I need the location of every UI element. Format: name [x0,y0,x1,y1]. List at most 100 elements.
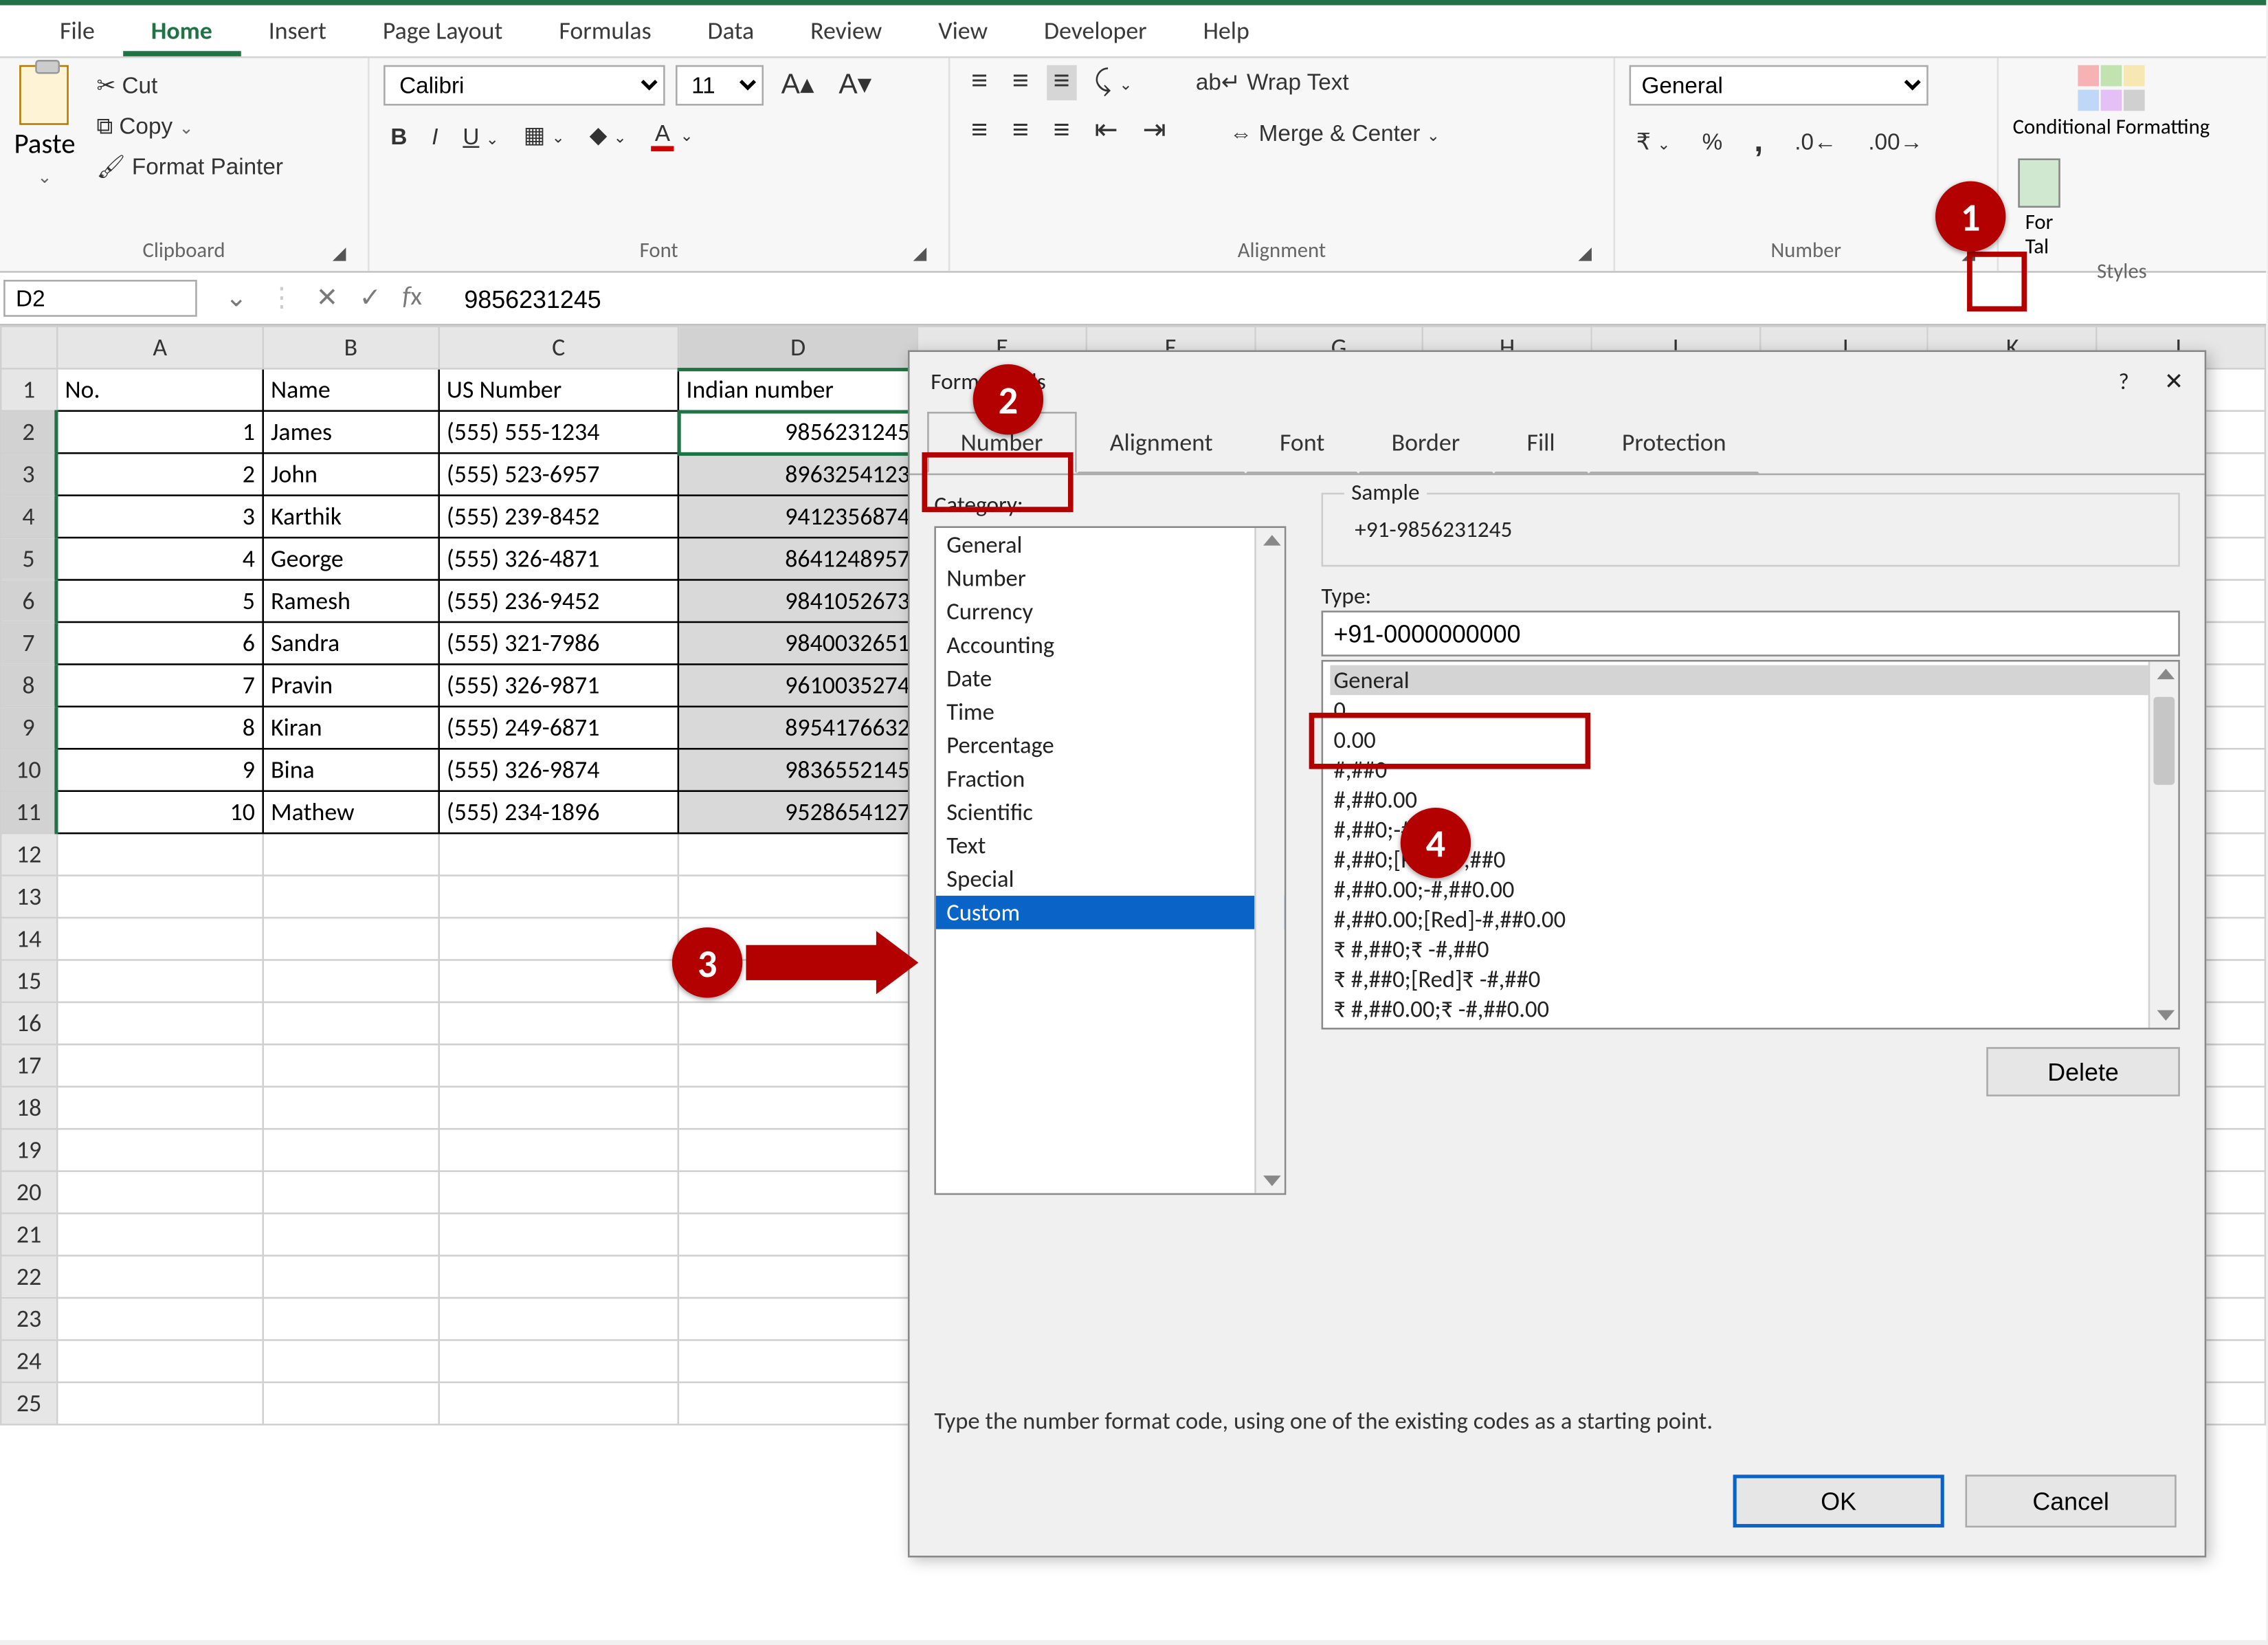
align-middle-icon[interactable]: ≡ [1005,65,1036,100]
close-icon[interactable]: ✕ [2164,368,2183,395]
dlg-tab-alignment[interactable]: Alignment [1076,412,1246,474]
row-head-8[interactable]: 8 [1,664,57,706]
row-head-3[interactable]: 3 [1,453,57,495]
cell[interactable] [438,1044,678,1086]
font-size-select[interactable]: 11 [676,65,764,106]
cell[interactable] [438,1382,678,1424]
cut-button[interactable]: ✂ Cut [89,69,290,104]
category-item-text[interactable]: Text [936,829,1285,863]
row-head-1[interactable]: 1 [1,368,57,410]
row-head-18[interactable]: 18 [1,1087,57,1129]
row-head-9[interactable]: 9 [1,707,57,749]
cell[interactable]: 5 [57,580,263,622]
cell[interactable]: Pravin [263,664,438,706]
underline-button[interactable]: U ⌄ [456,119,506,153]
cell[interactable]: 9610035274 [678,664,918,706]
row-head-7[interactable]: 7 [1,622,57,664]
category-item-currency[interactable]: Currency [936,595,1285,628]
decrease-decimal-button[interactable]: .00→ [1861,125,1930,159]
cell[interactable]: 3 [57,496,263,538]
cell[interactable] [678,1256,918,1298]
cell[interactable] [57,918,263,960]
clipboard-dialog-launcher[interactable]: ◢ [333,241,357,266]
cell[interactable] [438,1129,678,1171]
cell[interactable] [263,1002,438,1044]
confirm-entry-icon[interactable]: ✓ [359,282,381,316]
dlg-tab-font[interactable]: Font [1246,412,1358,474]
row-head-13[interactable]: 13 [1,876,57,918]
format-item[interactable]: 0 [1330,695,2171,725]
cell[interactable] [678,1044,918,1086]
cell[interactable] [678,1129,918,1171]
cell[interactable]: Mathew [263,791,438,833]
cell[interactable] [263,1044,438,1086]
fx-icon[interactable]: fx [403,282,422,316]
bold-button[interactable]: B [383,119,414,153]
cell[interactable]: 9412356874 [678,496,918,538]
cell[interactable] [678,876,918,918]
cell[interactable] [438,1171,678,1213]
cell[interactable] [263,960,438,1002]
cell[interactable] [57,1087,263,1129]
format-item[interactable]: #,##0 [1330,755,2171,785]
cell[interactable] [263,1298,438,1340]
format-item[interactable]: ₹ #,##0;[Red]₹ -#,##0 [1330,964,2171,995]
accounting-format-button[interactable]: ₹ ⌄ [1630,124,1678,159]
italic-button[interactable]: I [425,119,445,153]
font-color-button[interactable]: A ⌄ [644,116,700,155]
cell[interactable]: 1 [57,411,263,453]
cell[interactable] [263,918,438,960]
format-painter-button[interactable]: 🖌 Format Painter [89,150,290,185]
cell[interactable]: 10 [57,791,263,833]
format-item[interactable]: #,##0.00;-#,##0.00 [1330,874,2171,905]
cell[interactable]: 9 [57,749,263,791]
cell[interactable]: Indian number [678,368,918,410]
tab-file[interactable]: File [32,5,123,56]
row-head-4[interactable]: 4 [1,496,57,538]
cell[interactable]: 8954176632 [678,707,918,749]
cell[interactable]: (555) 555-1234 [438,411,678,453]
cell[interactable] [57,1044,263,1086]
cell[interactable] [263,876,438,918]
cell[interactable] [57,1171,263,1213]
cell[interactable] [678,1382,918,1424]
cell[interactable] [678,833,918,875]
tab-view[interactable]: View [910,5,1016,56]
cell[interactable] [678,1298,918,1340]
cell[interactable] [263,1171,438,1213]
orientation-icon[interactable]: ⤹ ⌄ [1087,65,1139,100]
cancel-button[interactable]: Cancel [1966,1475,2177,1527]
alignment-dialog-launcher[interactable]: ◢ [1578,241,1603,266]
cell[interactable] [438,960,678,1002]
increase-decimal-button[interactable]: .0← [1788,125,1844,159]
cell[interactable] [57,1382,263,1424]
category-scrollbar[interactable] [1254,528,1285,1193]
align-bottom-icon[interactable]: ≡ [1046,65,1076,100]
cell[interactable] [438,833,678,875]
cell[interactable] [263,1087,438,1129]
tab-home[interactable]: Home [123,5,241,56]
cell-active[interactable]: 9856231245 [678,411,918,453]
cell[interactable] [57,1298,263,1340]
align-left-icon[interactable]: ≡ [964,114,994,149]
category-item-time[interactable]: Time [936,695,1285,729]
col-head-d[interactable]: D [678,327,918,368]
format-item[interactable]: General [1330,665,2171,696]
row-head-12[interactable]: 12 [1,833,57,875]
cell[interactable] [57,1256,263,1298]
cell[interactable]: 2 [57,453,263,495]
align-center-icon[interactable]: ≡ [1005,114,1036,149]
format-as-table-button[interactable]: ForTal [2013,159,2066,261]
cell[interactable]: Kiran [263,707,438,749]
delete-format-button[interactable]: Delete [1986,1047,2180,1096]
cell[interactable]: John [263,453,438,495]
category-item-percentage[interactable]: Percentage [936,729,1285,762]
cell[interactable]: (555) 326-9871 [438,664,678,706]
name-box[interactable] [3,280,197,317]
tab-help[interactable]: Help [1175,5,1278,56]
cell[interactable]: 7 [57,664,263,706]
cell[interactable] [438,1298,678,1340]
ok-button[interactable]: OK [1733,1475,1944,1527]
cell[interactable]: (555) 236-9452 [438,580,678,622]
comma-style-button[interactable]: , [1747,120,1770,164]
